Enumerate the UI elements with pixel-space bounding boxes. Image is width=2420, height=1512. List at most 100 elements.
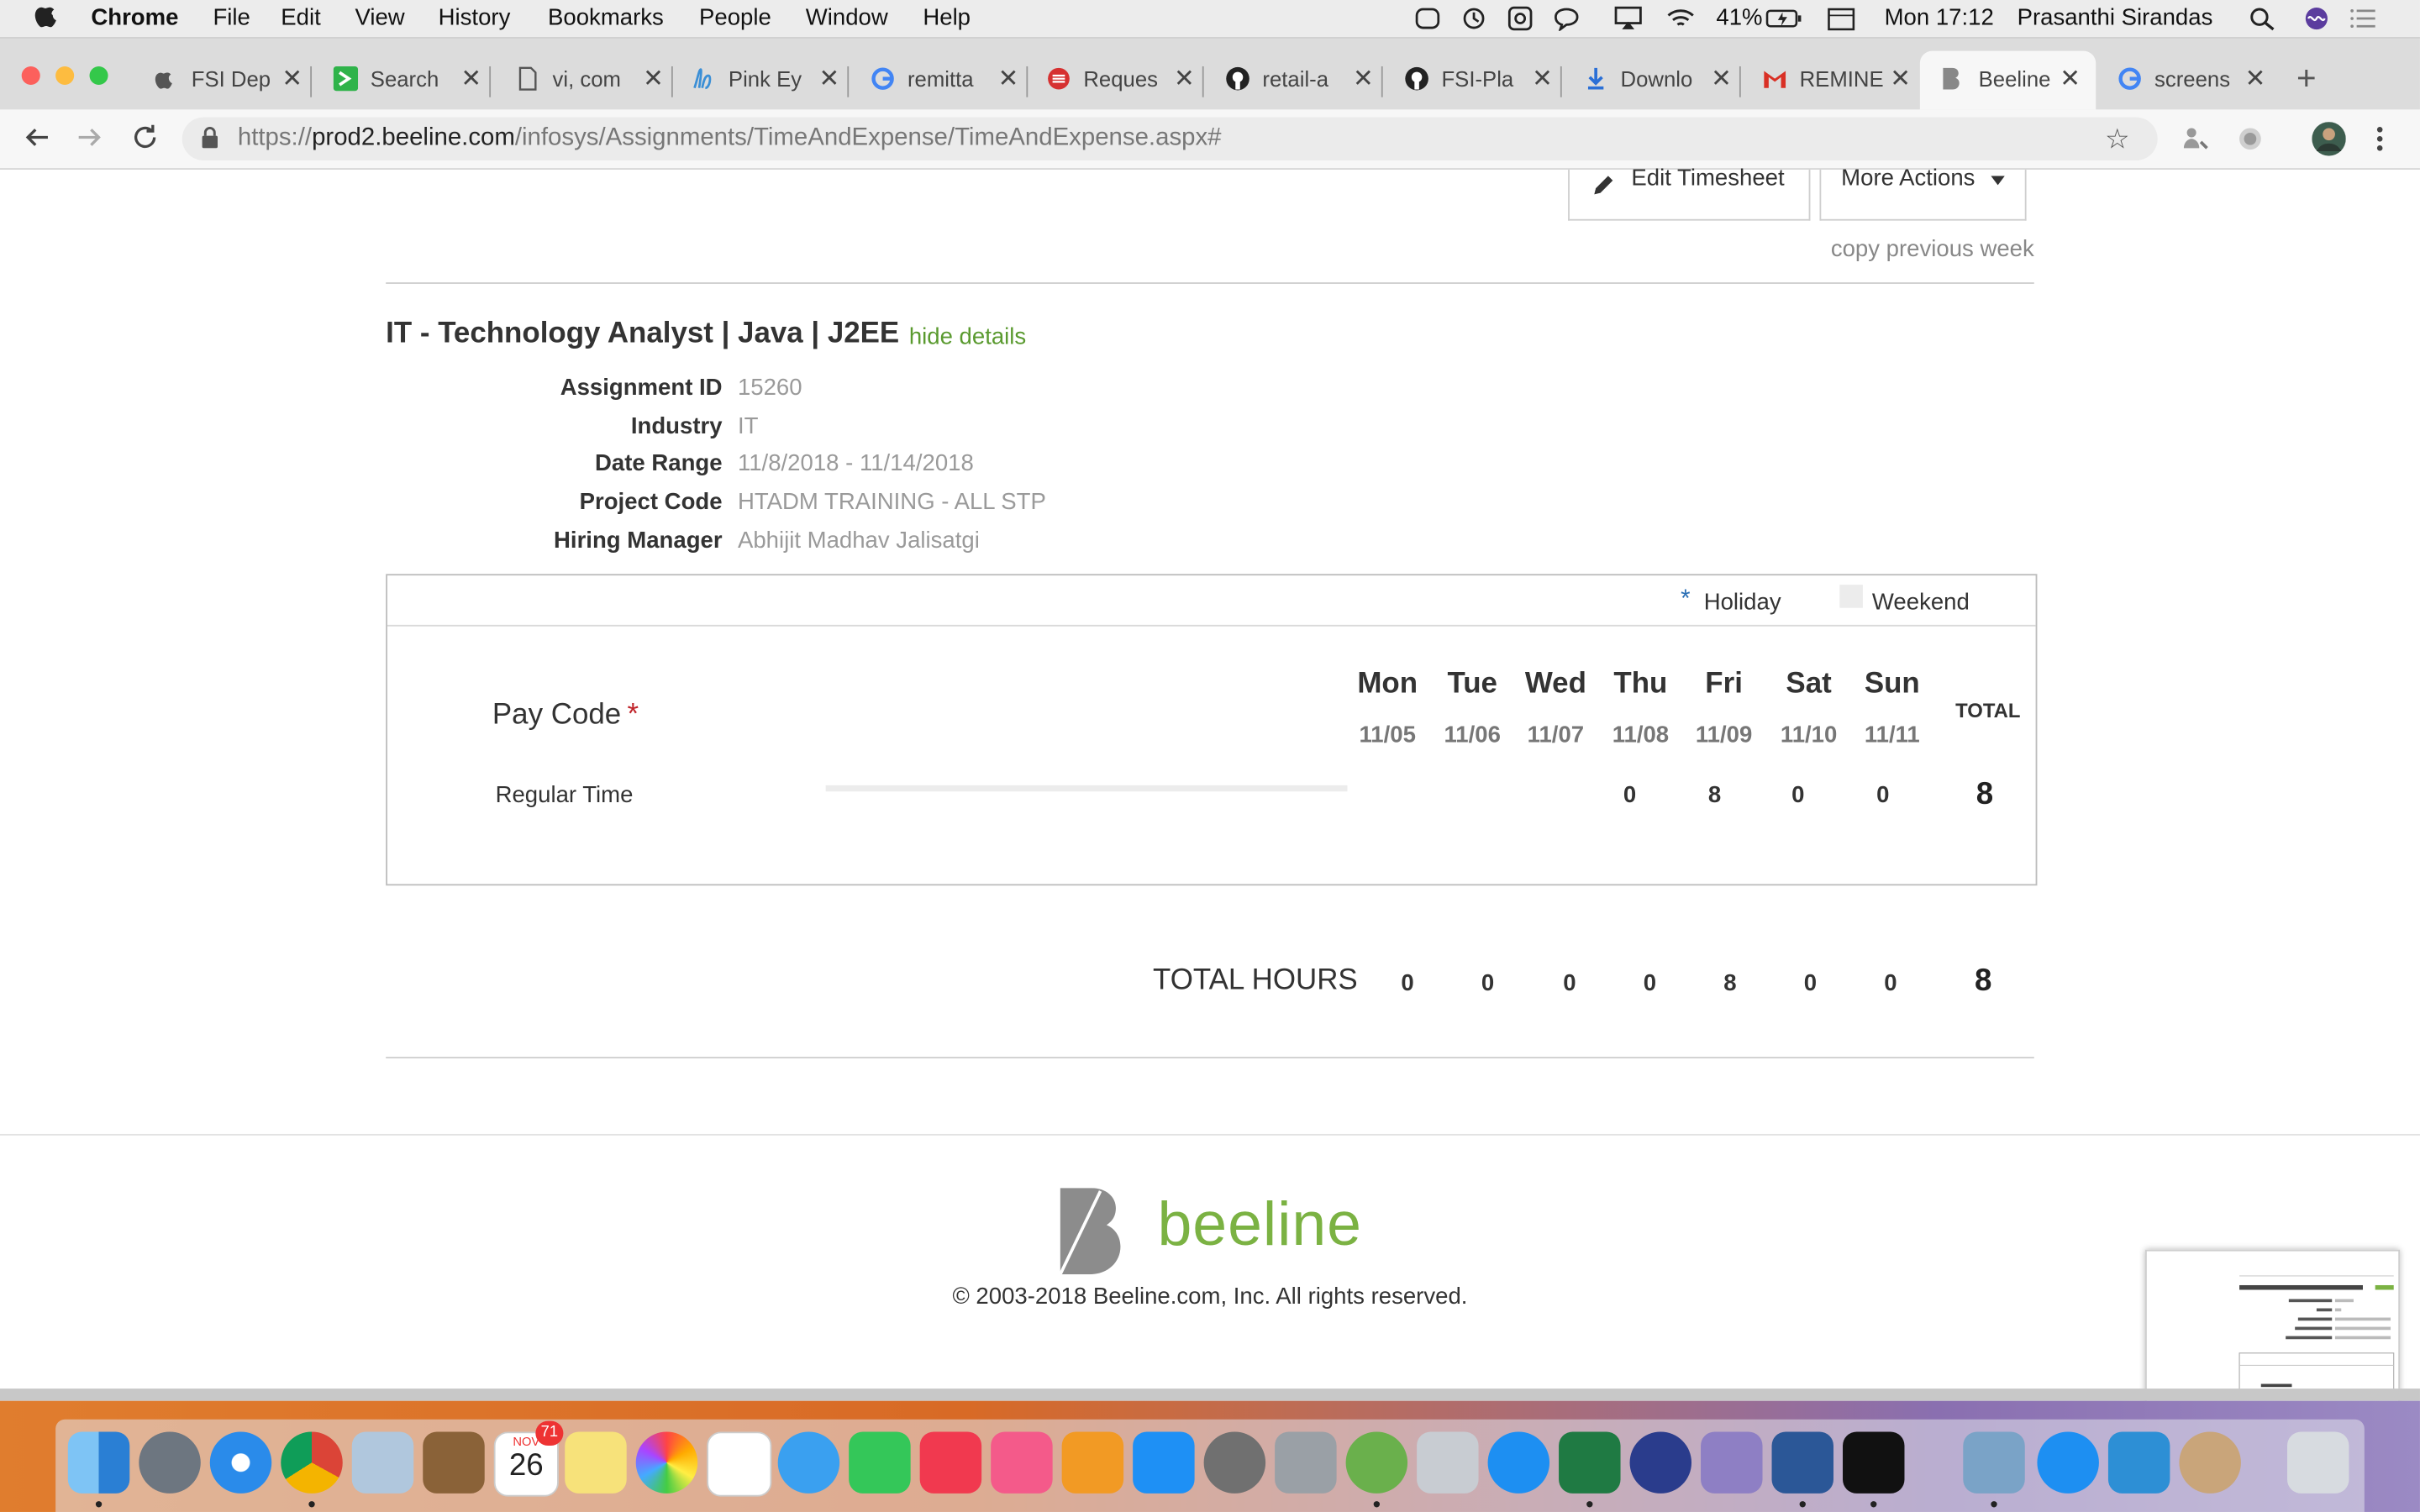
launchpad-icon[interactable] — [139, 1431, 201, 1494]
more-actions-button[interactable]: More Actions — [1819, 165, 2027, 221]
tab-close-icon[interactable]: ✕ — [1890, 63, 1911, 94]
excel-icon[interactable] — [1559, 1431, 1621, 1494]
cloud-status-icon[interactable] — [1413, 6, 1441, 30]
detail-label-hiring-manager: Hiring Manager — [554, 528, 723, 554]
extension-person-icon[interactable] — [2179, 123, 2210, 155]
tab-close-icon[interactable]: ✕ — [281, 63, 302, 94]
address-bar[interactable]: https://prod2.beeline.com/infosys/Assign… — [182, 117, 2158, 161]
database-tool-icon[interactable] — [1417, 1431, 1479, 1494]
tab-close-icon[interactable]: ✕ — [2060, 63, 2081, 94]
screenshot-thumbnail-preview[interactable] — [2145, 1249, 2401, 1404]
window-close-button[interactable] — [21, 66, 40, 86]
books-icon[interactable] — [1061, 1431, 1124, 1494]
calendar-icon[interactable]: NOV 26 71 — [493, 1420, 564, 1497]
notes-icon[interactable] — [565, 1431, 627, 1494]
forward-arrow-icon[interactable] — [74, 122, 105, 153]
tab-remittance[interactable]: remitta ✕ — [871, 51, 1028, 110]
news-icon[interactable] — [919, 1431, 982, 1494]
menu-history[interactable]: History — [439, 5, 511, 31]
coffee-cup-icon[interactable] — [2179, 1431, 2241, 1494]
menu-edit[interactable]: Edit — [281, 5, 320, 31]
tab-vi-com[interactable]: vi, com ✕ — [515, 51, 673, 110]
tab-close-icon[interactable]: ✕ — [643, 63, 664, 94]
clipboard-icon[interactable] — [1507, 6, 1534, 31]
tab-fsi-pla[interactable]: FSI-Pla ✕ — [1404, 51, 1562, 110]
menu-app-name[interactable]: Chrome — [91, 5, 178, 31]
copy-previous-week-link[interactable]: copy previous week — [1831, 236, 2034, 262]
app-store-icon[interactable] — [1133, 1431, 1195, 1494]
spotlight-search-icon[interactable] — [2249, 6, 2276, 31]
tab-close-icon[interactable]: ✕ — [1174, 63, 1195, 94]
tab-retail[interactable]: retail-a ✕ — [1225, 51, 1383, 110]
finder-icon[interactable] — [67, 1431, 130, 1494]
facetime-icon[interactable] — [849, 1431, 911, 1494]
itunes-icon[interactable] — [991, 1431, 1053, 1494]
system-preferences-icon[interactable] — [1203, 1431, 1266, 1494]
tab-close-icon[interactable]: ✕ — [2245, 63, 2266, 94]
timer-icon[interactable] — [1460, 6, 1488, 30]
citrix-icon[interactable] — [2037, 1431, 2099, 1494]
battery-charging-icon[interactable] — [1765, 6, 1802, 30]
profile-avatar-icon[interactable] — [2312, 122, 2346, 156]
tab-close-icon[interactable]: ✕ — [1353, 63, 1374, 94]
tab-close-icon[interactable]: ✕ — [819, 63, 840, 94]
reminders-icon[interactable] — [707, 1431, 772, 1497]
messages-icon[interactable] — [777, 1431, 840, 1494]
menu-view[interactable]: View — [355, 5, 404, 31]
chrome-menu-icon[interactable] — [2367, 123, 2391, 155]
menubar-clock[interactable]: Mon 17:12 — [1885, 5, 1994, 31]
airplay-icon[interactable] — [1614, 6, 1642, 30]
word-icon[interactable] — [1771, 1431, 1833, 1494]
notification-center-icon[interactable] — [2349, 6, 2376, 30]
transmit-icon[interactable] — [2107, 1431, 2170, 1494]
bbedit-icon[interactable] — [1629, 1431, 1692, 1494]
extension-circle-icon[interactable] — [2235, 123, 2266, 155]
new-tab-plus-icon[interactable]: + — [2296, 59, 2317, 99]
spring-tool-suite-icon[interactable] — [1345, 1431, 1408, 1494]
window-minimize-button[interactable] — [55, 66, 75, 86]
tab-reminder[interactable]: REMINE ✕ — [1763, 51, 1918, 110]
chrome-dock-icon[interactable] — [281, 1431, 343, 1494]
tab-search[interactable]: Search ✕ — [333, 51, 492, 110]
menu-window[interactable]: Window — [806, 5, 888, 31]
trash-icon[interactable] — [2286, 1431, 2349, 1494]
tab-fsi-dep[interactable]: FSI Dep ✕ — [155, 51, 313, 110]
safari-icon[interactable] — [209, 1431, 272, 1494]
back-arrow-icon[interactable] — [22, 122, 53, 153]
menu-help[interactable]: Help — [923, 5, 971, 31]
menu-file[interactable]: File — [213, 5, 250, 31]
wifi-icon[interactable] — [1667, 6, 1695, 30]
menubar-user[interactable]: Prasanthi Sirandas — [2018, 5, 2213, 31]
tab-request[interactable]: Reques ✕ — [1046, 51, 1204, 110]
calendar-badge: 71 — [535, 1420, 564, 1446]
contacts-icon[interactable] — [423, 1431, 485, 1494]
calendar-menu-icon[interactable] — [1828, 6, 1855, 31]
tab-beeline-active[interactable]: Beeline ✕ — [1919, 50, 2096, 110]
tab-download[interactable]: Downlo ✕ — [1583, 51, 1741, 110]
tab-close-icon[interactable]: ✕ — [460, 63, 481, 94]
tab-close-icon[interactable]: ✕ — [1532, 63, 1553, 94]
terminal-icon[interactable] — [1843, 1431, 1905, 1494]
preview-icon[interactable] — [1963, 1431, 2025, 1494]
edit-timesheet-button[interactable]: Edit Timesheet — [1568, 165, 1811, 221]
siri-icon[interactable] — [2302, 6, 2330, 30]
installer-icon[interactable] — [1275, 1431, 1337, 1494]
photos-icon[interactable] — [635, 1431, 698, 1494]
eclipse-ant-icon[interactable] — [1701, 1431, 1763, 1494]
tab-screens[interactable]: screens ✕ — [2118, 51, 2272, 110]
chat-bubble-icon[interactable] — [1553, 6, 1581, 31]
apple-menu-icon[interactable] — [34, 3, 58, 31]
tab-close-icon[interactable]: ✕ — [998, 63, 1019, 94]
bookmark-star-icon[interactable]: ☆ — [2105, 123, 2130, 156]
url-text[interactable]: https://prod2.beeline.com/infosys/Assign… — [238, 125, 1222, 153]
menu-people[interactable]: People — [699, 5, 771, 31]
reload-icon[interactable] — [129, 122, 160, 153]
lock-icon[interactable] — [201, 127, 219, 149]
tab-close-icon[interactable]: ✕ — [1711, 63, 1732, 94]
menu-bookmarks[interactable]: Bookmarks — [548, 5, 664, 31]
window-zoom-button[interactable] — [89, 66, 108, 86]
hide-details-link[interactable]: hide details — [909, 324, 1026, 350]
mail-icon[interactable] — [351, 1431, 414, 1494]
self-service-icon[interactable] — [1487, 1431, 1550, 1494]
tab-pink-eye[interactable]: Pink Ey ✕ — [692, 51, 850, 110]
